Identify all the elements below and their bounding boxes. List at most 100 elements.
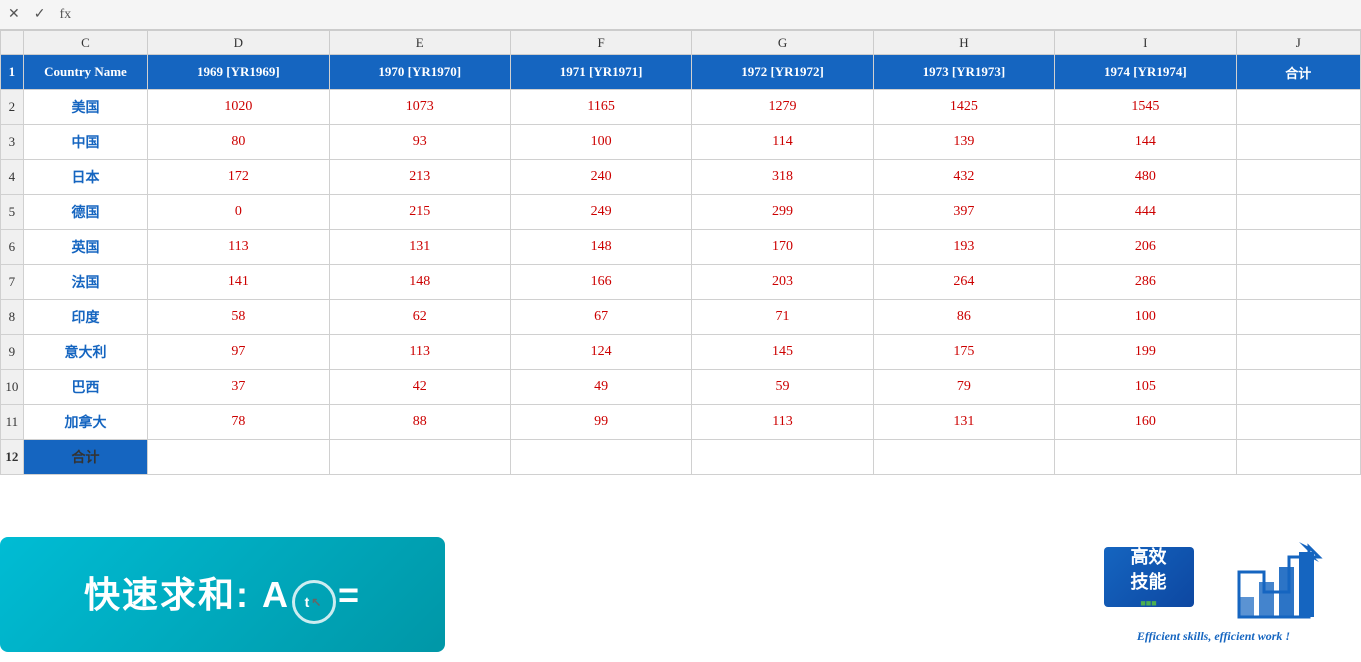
data-cell[interactable]: 113 xyxy=(148,230,329,265)
data-cell[interactable]: 199 xyxy=(1055,335,1236,370)
data-cell[interactable]: 145 xyxy=(692,335,873,370)
data-cell[interactable]: 124 xyxy=(510,335,691,370)
data-cell[interactable]: 113 xyxy=(692,405,873,440)
data-cell[interactable] xyxy=(1236,230,1360,265)
data-cell[interactable]: 88 xyxy=(329,405,510,440)
data-cell[interactable] xyxy=(692,440,873,475)
brand-area: 高效 技能 ■■■ Efficient skills, efficient wo… xyxy=(1066,537,1361,652)
data-cell[interactable]: 175 xyxy=(873,335,1054,370)
data-cell[interactable]: 160 xyxy=(1055,405,1236,440)
data-cell[interactable]: 170 xyxy=(692,230,873,265)
row-num: 5 xyxy=(1,195,24,230)
data-cell[interactable]: 42 xyxy=(329,370,510,405)
data-cell[interactable]: 0 xyxy=(148,195,329,230)
data-cell[interactable] xyxy=(1236,440,1360,475)
fx-button[interactable]: fx xyxy=(55,5,75,25)
country-cell[interactable]: 意大利 xyxy=(23,335,147,370)
country-cell[interactable]: 法国 xyxy=(23,265,147,300)
data-cell[interactable]: 249 xyxy=(510,195,691,230)
data-cell[interactable]: 105 xyxy=(1055,370,1236,405)
header-col-d: 1969 [YR1969] xyxy=(148,55,329,90)
country-cell[interactable]: 日本 xyxy=(23,160,147,195)
data-cell[interactable]: 172 xyxy=(148,160,329,195)
data-cell[interactable]: 100 xyxy=(510,125,691,160)
data-cell[interactable] xyxy=(873,440,1054,475)
country-cell[interactable]: 中国 xyxy=(23,125,147,160)
data-cell[interactable] xyxy=(1236,300,1360,335)
data-cell[interactable]: 299 xyxy=(692,195,873,230)
col-header-F: F xyxy=(510,31,691,55)
country-cell[interactable]: 德国 xyxy=(23,195,147,230)
data-cell[interactable]: 113 xyxy=(329,335,510,370)
data-cell[interactable]: 206 xyxy=(1055,230,1236,265)
data-cell[interactable]: 286 xyxy=(1055,265,1236,300)
data-cell[interactable]: 213 xyxy=(329,160,510,195)
data-cell[interactable]: 62 xyxy=(329,300,510,335)
data-cell[interactable]: 166 xyxy=(510,265,691,300)
data-cell[interactable]: 139 xyxy=(873,125,1054,160)
row-num: 4 xyxy=(1,160,24,195)
data-cell[interactable]: 432 xyxy=(873,160,1054,195)
data-cell[interactable] xyxy=(1236,125,1360,160)
data-cell[interactable]: 480 xyxy=(1055,160,1236,195)
data-cell[interactable]: 1545 xyxy=(1055,90,1236,125)
brand-line2: 技能 xyxy=(1131,570,1167,595)
data-cell[interactable]: 80 xyxy=(148,125,329,160)
data-cell[interactable] xyxy=(1236,405,1360,440)
data-cell[interactable]: 240 xyxy=(510,160,691,195)
data-cell[interactable]: 264 xyxy=(873,265,1054,300)
country-cell[interactable]: 加拿大 xyxy=(23,405,147,440)
confirm-button[interactable]: ✓ xyxy=(30,4,50,25)
country-cell[interactable]: 合计 xyxy=(23,440,147,475)
data-cell[interactable] xyxy=(510,440,691,475)
data-cell[interactable]: 114 xyxy=(692,125,873,160)
data-cell[interactable] xyxy=(1236,195,1360,230)
data-cell[interactable]: 58 xyxy=(148,300,329,335)
data-cell[interactable]: 71 xyxy=(692,300,873,335)
data-cell[interactable]: 203 xyxy=(692,265,873,300)
data-cell[interactable] xyxy=(148,440,329,475)
table-row: 9意大利97113124145175199 xyxy=(1,335,1361,370)
country-cell[interactable]: 印度 xyxy=(23,300,147,335)
data-cell[interactable]: 97 xyxy=(148,335,329,370)
data-cell[interactable]: 1425 xyxy=(873,90,1054,125)
data-cell[interactable]: 397 xyxy=(873,195,1054,230)
data-cell[interactable]: 99 xyxy=(510,405,691,440)
data-cell[interactable]: 78 xyxy=(148,405,329,440)
data-cell[interactable] xyxy=(1236,265,1360,300)
data-cell[interactable]: 193 xyxy=(873,230,1054,265)
country-cell[interactable]: 美国 xyxy=(23,90,147,125)
data-cell[interactable]: 93 xyxy=(329,125,510,160)
country-cell[interactable]: 英国 xyxy=(23,230,147,265)
data-cell[interactable]: 79 xyxy=(873,370,1054,405)
data-cell[interactable]: 37 xyxy=(148,370,329,405)
data-cell[interactable]: 131 xyxy=(329,230,510,265)
data-cell[interactable]: 1165 xyxy=(510,90,691,125)
data-cell[interactable] xyxy=(1236,160,1360,195)
data-cell[interactable]: 215 xyxy=(329,195,510,230)
data-cell[interactable]: 148 xyxy=(510,230,691,265)
table-row: 2美国102010731165127914251545 xyxy=(1,90,1361,125)
cancel-button[interactable]: ✕ xyxy=(4,4,24,25)
data-cell[interactable]: 1279 xyxy=(692,90,873,125)
data-cell[interactable]: 49 xyxy=(510,370,691,405)
data-cell[interactable]: 444 xyxy=(1055,195,1236,230)
data-cell[interactable]: 59 xyxy=(692,370,873,405)
country-cell[interactable]: 巴西 xyxy=(23,370,147,405)
data-cell[interactable]: 67 xyxy=(510,300,691,335)
data-cell[interactable]: 318 xyxy=(692,160,873,195)
data-cell[interactable]: 86 xyxy=(873,300,1054,335)
data-cell[interactable]: 131 xyxy=(873,405,1054,440)
data-cell[interactable]: 1020 xyxy=(148,90,329,125)
data-cell[interactable]: 148 xyxy=(329,265,510,300)
data-cell[interactable] xyxy=(1236,90,1360,125)
data-cell[interactable]: 141 xyxy=(148,265,329,300)
data-cell[interactable] xyxy=(329,440,510,475)
data-cell[interactable]: 144 xyxy=(1055,125,1236,160)
data-cell[interactable]: 100 xyxy=(1055,300,1236,335)
data-cell[interactable]: 1073 xyxy=(329,90,510,125)
formula-input[interactable] xyxy=(81,4,1357,26)
data-cell[interactable] xyxy=(1236,370,1360,405)
data-cell[interactable] xyxy=(1236,335,1360,370)
data-cell[interactable] xyxy=(1055,440,1236,475)
